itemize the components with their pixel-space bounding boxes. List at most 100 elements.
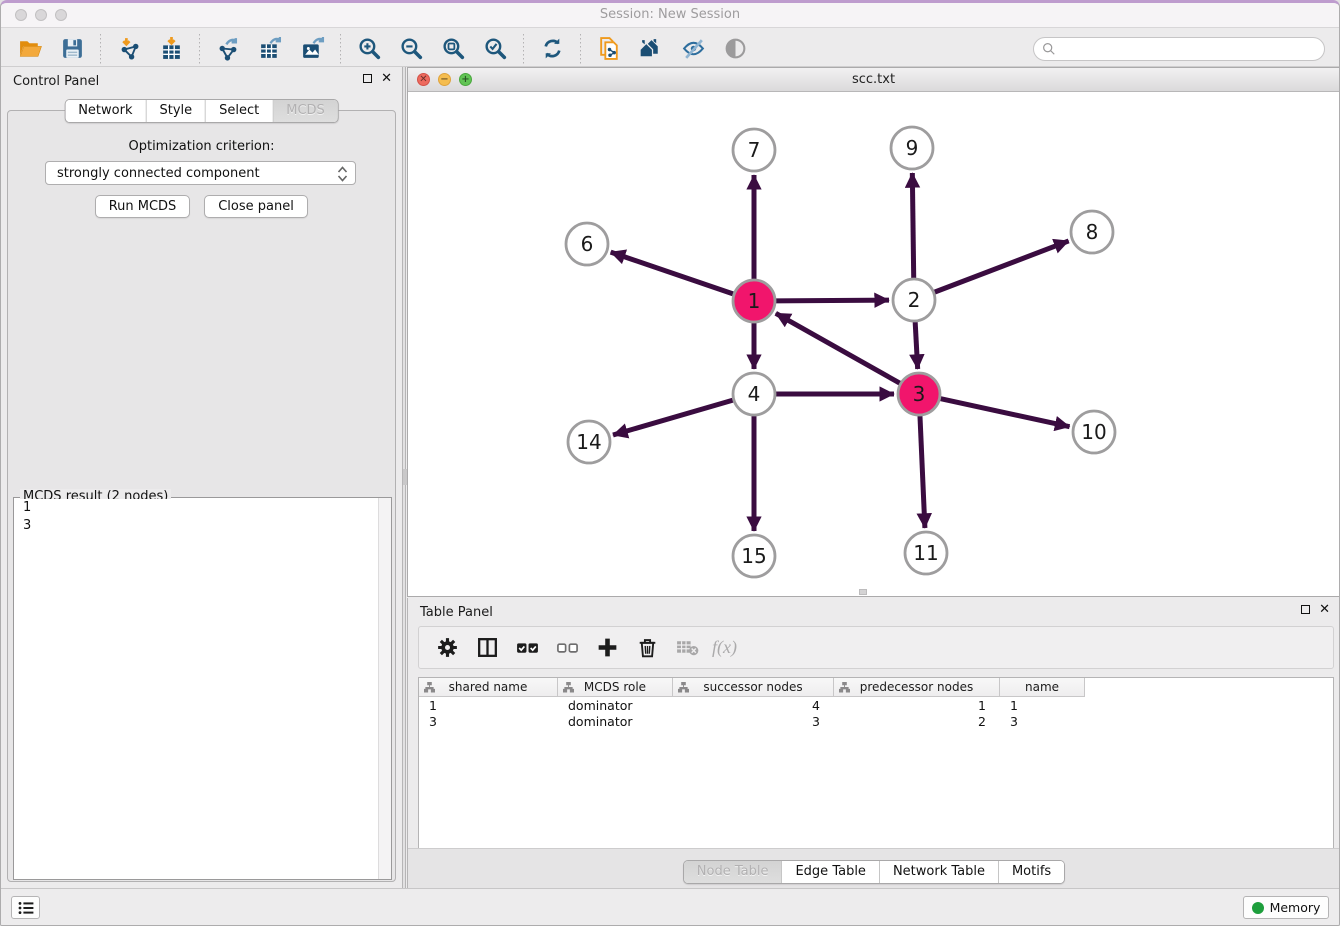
graph-node-8[interactable]: 8	[1071, 211, 1113, 253]
table-cell: dominator	[558, 698, 673, 714]
tab-motifs[interactable]: Motifs	[998, 861, 1064, 883]
graph-edge-1-6[interactable]	[611, 252, 734, 294]
mcds-result-text[interactable]: 13	[15, 499, 390, 878]
refresh-icon[interactable]	[537, 34, 567, 64]
node-table[interactable]: shared nameMCDS rolesuccessor nodesprede…	[418, 677, 1334, 849]
graph-edge-2-3[interactable]	[915, 321, 918, 369]
graph-edge-1-2[interactable]	[775, 300, 889, 301]
horizontal-splitter-handle[interactable]	[859, 589, 867, 595]
criterion-value: strongly connected component	[57, 166, 260, 181]
graph-node-3[interactable]: 3	[898, 373, 940, 415]
zoom-fit-icon[interactable]	[438, 34, 468, 64]
main-toolbar	[1, 31, 1339, 67]
node-label: 15	[741, 544, 766, 568]
search-input[interactable]	[1056, 42, 1316, 56]
save-session-icon[interactable]	[57, 34, 87, 64]
optimization-label: Optimization criterion:	[1, 139, 402, 154]
close-panel-icon[interactable]: ✕	[381, 74, 392, 83]
float-panel-icon[interactable]	[363, 74, 372, 83]
open-session-icon[interactable]	[15, 34, 45, 64]
import-table-icon[interactable]	[156, 34, 186, 64]
column-header-name[interactable]: name	[1000, 678, 1085, 696]
table-row[interactable]: 1dominator411	[419, 698, 1333, 714]
graph-edge-2-8[interactable]	[934, 241, 1069, 293]
import-network-icon[interactable]	[114, 34, 144, 64]
graph-node-1[interactable]: 1	[733, 280, 775, 322]
export-image-icon[interactable]	[297, 34, 327, 64]
vertical-splitter[interactable]	[402, 67, 406, 891]
network-frame: ✕ − + scc.txt 7 9 6 8 1 2 4 3 14 10 15 11	[407, 67, 1340, 597]
task-list-button[interactable]	[11, 896, 40, 919]
double-house-icon[interactable]	[636, 34, 666, 64]
export-network-icon[interactable]	[213, 34, 243, 64]
graph-node-11[interactable]: 11	[905, 532, 947, 574]
graph-node-10[interactable]: 10	[1073, 411, 1115, 453]
select-all-checks-icon[interactable]	[512, 633, 542, 663]
graph-node-4[interactable]: 4	[733, 373, 775, 415]
table-toolbar: f(x)	[418, 626, 1334, 669]
column-header-successor-nodes[interactable]: successor nodes	[673, 678, 834, 696]
criterion-dropdown[interactable]: strongly connected component	[45, 161, 356, 185]
window-title: Session: New Session	[1, 7, 1339, 22]
run-mcds-button[interactable]: Run MCDS	[95, 195, 190, 218]
graph-node-7[interactable]: 7	[733, 129, 775, 171]
table-body: 1dominator4113dominator323	[419, 698, 1333, 730]
column-header-mcds-role[interactable]: MCDS role	[558, 678, 673, 696]
result-scrollbar[interactable]	[378, 498, 391, 879]
window-titlebar: Session: New Session	[1, 3, 1339, 28]
zoom-out-icon[interactable]	[396, 34, 426, 64]
control-panel-title: Control Panel	[13, 74, 99, 89]
zoom-in-icon[interactable]	[354, 34, 384, 64]
graph-node-6[interactable]: 6	[566, 223, 608, 265]
graph-node-9[interactable]: 9	[891, 127, 933, 169]
add-column-icon[interactable]	[592, 633, 622, 663]
graph-node-14[interactable]: 14	[568, 421, 610, 463]
hide-eye-icon[interactable]	[678, 34, 708, 64]
table-row[interactable]: 3dominator323	[419, 714, 1333, 730]
column-header-shared-name[interactable]: shared name	[419, 678, 558, 696]
result-line: 3	[15, 517, 390, 535]
memory-button[interactable]: Memory	[1243, 896, 1329, 919]
tab-network[interactable]: Network	[65, 100, 145, 122]
show-column-panel-icon[interactable]	[472, 633, 502, 663]
close-panel-button[interactable]: Close panel	[204, 195, 308, 218]
export-table-icon[interactable]	[255, 34, 285, 64]
graph-node-15[interactable]: 15	[733, 535, 775, 577]
zoom-selected-icon[interactable]	[480, 34, 510, 64]
graph-node-2[interactable]: 2	[893, 279, 935, 321]
table-cell: 1	[419, 698, 558, 714]
column-type-icon	[563, 682, 574, 693]
tab-style[interactable]: Style	[145, 100, 205, 122]
delete-column-icon[interactable]	[632, 633, 662, 663]
tab-edge-table[interactable]: Edge Table	[781, 861, 878, 883]
toolbar-separator	[580, 34, 581, 64]
close-panel-icon[interactable]: ✕	[1319, 605, 1330, 614]
new-network-from-file-icon[interactable]	[594, 34, 624, 64]
table-panel: Table Panel ✕ f(x) shared nameMCDS roles…	[407, 598, 1340, 892]
graph-edge-3-10[interactable]	[940, 398, 1070, 426]
settings-gear-icon[interactable]	[432, 633, 462, 663]
tab-mcds[interactable]: MCDS	[272, 100, 338, 122]
table-cell: 2	[834, 714, 1000, 730]
network-graph[interactable]: 7 9 6 8 1 2 4 3 14 10 15 11	[408, 92, 1339, 596]
tab-select[interactable]: Select	[205, 100, 272, 122]
memory-label: Memory	[1270, 900, 1321, 915]
network-frame-titlebar: ✕ − + scc.txt	[408, 68, 1339, 92]
graph-edge-3-11[interactable]	[920, 415, 925, 528]
list-icon	[18, 901, 34, 915]
deselect-all-checks-icon[interactable]	[552, 633, 582, 663]
node-label: 9	[906, 136, 919, 160]
tab-node-table[interactable]: Node Table	[684, 861, 782, 883]
float-panel-icon[interactable]	[1301, 605, 1310, 614]
graph-edge-4-14[interactable]	[613, 400, 734, 435]
graph-edge-3-1[interactable]	[776, 313, 901, 383]
graph-edge-2-9[interactable]	[912, 173, 913, 279]
column-header-predecessor-nodes[interactable]: predecessor nodes	[834, 678, 1000, 696]
search-field[interactable]	[1033, 37, 1325, 61]
function-builder-icon: f(x)	[712, 633, 737, 663]
show-eye-icon[interactable]	[720, 34, 750, 64]
tab-network-table[interactable]: Network Table	[879, 861, 998, 883]
control-panel: Control Panel ✕ NetworkStyleSelectMCDS O…	[1, 67, 402, 891]
toolbar-separator	[199, 34, 200, 64]
toolbar-separator	[523, 34, 524, 64]
